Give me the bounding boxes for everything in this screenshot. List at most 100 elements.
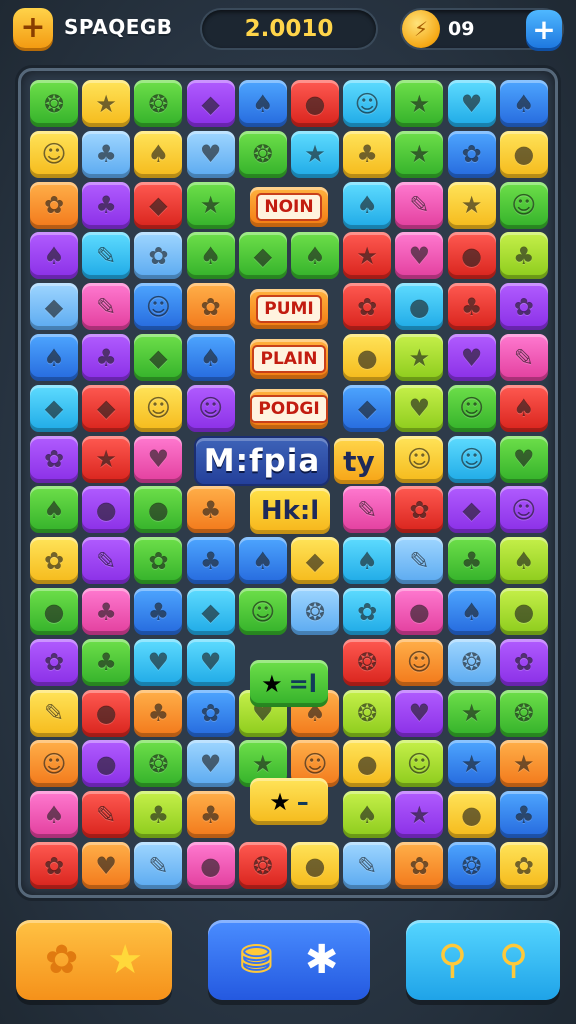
combo-star-tile-2[interactable]: ★ – bbox=[250, 778, 328, 825]
board-tile[interactable]: ❂ bbox=[291, 588, 339, 635]
board-tile[interactable]: ♣ bbox=[134, 791, 183, 839]
boost-button-left[interactable]: ✿ ★ bbox=[16, 920, 172, 1000]
board-tile[interactable]: ● bbox=[343, 740, 392, 788]
board-tile[interactable]: ● bbox=[186, 842, 235, 889]
board-tile[interactable]: ♠ bbox=[186, 334, 235, 381]
board-tile[interactable]: ★ bbox=[291, 130, 339, 178]
board-tile[interactable]: ✎ bbox=[343, 486, 392, 534]
board-tile[interactable]: ♥ bbox=[134, 435, 183, 483]
board-tile[interactable]: ◆ bbox=[82, 384, 131, 432]
board-tile[interactable]: ★ bbox=[447, 740, 496, 788]
board-tile[interactable]: ♠ bbox=[499, 80, 548, 127]
board-tile[interactable]: ☺ bbox=[30, 740, 78, 788]
board-tile[interactable]: ❂ bbox=[343, 638, 392, 686]
board-tile[interactable]: ♣ bbox=[134, 588, 183, 635]
board-tile[interactable]: ✿ bbox=[343, 588, 392, 635]
board-tile[interactable]: ★ bbox=[499, 740, 548, 788]
board-tile[interactable]: ☺ bbox=[499, 486, 548, 534]
board-tile[interactable]: ◆ bbox=[291, 537, 339, 585]
board-tile[interactable]: ✿ bbox=[343, 283, 392, 331]
brand-plus-button[interactable]: + bbox=[13, 8, 53, 48]
board-tile[interactable]: ✿ bbox=[395, 486, 444, 534]
board-tile[interactable]: ✿ bbox=[499, 842, 548, 889]
board-tile[interactable]: ● bbox=[82, 740, 131, 788]
board-tile[interactable]: ✿ bbox=[30, 537, 78, 585]
board-tile[interactable]: ◆ bbox=[30, 384, 78, 432]
board-tile[interactable]: ✿ bbox=[30, 435, 78, 483]
board-tile[interactable]: ☺ bbox=[447, 435, 496, 483]
board-tile[interactable]: ★ bbox=[186, 181, 235, 229]
board-tile[interactable]: ☺ bbox=[30, 130, 78, 178]
board-tile[interactable]: ♥ bbox=[395, 232, 444, 280]
add-coins-button[interactable]: + bbox=[526, 10, 562, 48]
board-tile[interactable]: ✿ bbox=[499, 283, 548, 331]
board-tile[interactable]: ● bbox=[499, 588, 548, 635]
label-tile-podgi[interactable]: PODGI bbox=[250, 389, 328, 429]
board-tile[interactable]: ♣ bbox=[499, 232, 548, 280]
board-tile[interactable]: ● bbox=[499, 130, 548, 178]
board-tile[interactable]: ♠ bbox=[343, 181, 392, 229]
board-tile[interactable]: ✿ bbox=[134, 537, 183, 585]
board-tile[interactable]: ❂ bbox=[134, 740, 183, 788]
board-tile[interactable]: ✎ bbox=[395, 537, 444, 585]
board-tile[interactable]: ◆ bbox=[343, 384, 392, 432]
board-tile[interactable]: ❂ bbox=[134, 80, 183, 127]
board-tile[interactable]: ♠ bbox=[343, 791, 392, 839]
board-tile[interactable]: ❂ bbox=[238, 130, 287, 178]
board-tile[interactable]: ♣ bbox=[82, 588, 131, 635]
label-tile-pumi[interactable]: PUMI bbox=[250, 289, 328, 329]
board-tile[interactable]: ♠ bbox=[30, 232, 78, 280]
board-tile[interactable]: ★ bbox=[395, 334, 444, 381]
board-tile[interactable]: ♣ bbox=[186, 791, 235, 839]
board-tile[interactable]: ♣ bbox=[499, 791, 548, 839]
board-tile[interactable]: ♠ bbox=[30, 791, 78, 839]
board-tile[interactable]: ◆ bbox=[134, 181, 183, 229]
board-tile[interactable]: ◆ bbox=[238, 232, 287, 280]
board-tile[interactable]: ✎ bbox=[395, 181, 444, 229]
board-tile[interactable]: ◆ bbox=[186, 80, 235, 127]
board-tile[interactable]: ★ bbox=[82, 435, 131, 483]
combo-tile[interactable]: Hk:l bbox=[250, 488, 330, 534]
board-tile[interactable]: ♠ bbox=[186, 232, 235, 280]
board-tile[interactable]: ♣ bbox=[186, 486, 235, 534]
board-tile[interactable]: ♣ bbox=[82, 181, 131, 229]
board-tile[interactable]: ● bbox=[82, 689, 131, 737]
board-tile[interactable]: ♥ bbox=[395, 689, 444, 737]
board-tile[interactable]: ◆ bbox=[30, 283, 78, 331]
board-tile[interactable]: ★ bbox=[395, 80, 444, 127]
board-tile[interactable]: ☺ bbox=[447, 384, 496, 432]
board-tile[interactable]: ☺ bbox=[395, 638, 444, 686]
board-tile[interactable]: ✿ bbox=[30, 842, 78, 889]
board-tile[interactable]: ◆ bbox=[134, 334, 183, 381]
board-tile[interactable]: ☺ bbox=[134, 283, 183, 331]
board-tile[interactable]: ◆ bbox=[447, 486, 496, 534]
board-tile[interactable]: ❂ bbox=[499, 689, 548, 737]
board-tile[interactable]: ♣ bbox=[82, 334, 131, 381]
board-tile[interactable]: ✎ bbox=[134, 842, 183, 889]
board-tile[interactable]: ☺ bbox=[499, 181, 548, 229]
board-tile[interactable]: ♣ bbox=[134, 689, 183, 737]
board-tile[interactable]: ● bbox=[447, 791, 496, 839]
board-tile[interactable]: ✎ bbox=[343, 842, 392, 889]
label-tile-noin[interactable]: NOIN bbox=[250, 187, 328, 227]
board-tile[interactable]: ● bbox=[30, 588, 78, 635]
board-tile[interactable]: ✿ bbox=[134, 232, 183, 280]
board-tile[interactable]: ☺ bbox=[343, 80, 392, 127]
board-tile[interactable]: ♠ bbox=[238, 80, 287, 127]
board-tile[interactable]: ♣ bbox=[447, 537, 496, 585]
board-tile[interactable]: ♣ bbox=[82, 638, 131, 686]
board-tile[interactable]: ● bbox=[447, 232, 496, 280]
board-tile[interactable]: ☺ bbox=[395, 740, 444, 788]
board-tile[interactable]: ♠ bbox=[499, 537, 548, 585]
board-tile[interactable]: ❂ bbox=[447, 638, 496, 686]
board-tile[interactable]: ● bbox=[395, 283, 444, 331]
board-tile[interactable]: ★ bbox=[447, 181, 496, 229]
board-tile[interactable]: ★ bbox=[343, 232, 392, 280]
board-tile[interactable]: ❂ bbox=[238, 842, 287, 889]
board-tile[interactable]: ❂ bbox=[30, 80, 78, 127]
board-tile[interactable]: ♥ bbox=[447, 80, 496, 127]
board-tile[interactable]: ❂ bbox=[343, 689, 392, 737]
board-tile[interactable]: ♠ bbox=[447, 588, 496, 635]
board-tile[interactable]: ♥ bbox=[186, 740, 235, 788]
board-tile[interactable]: ✿ bbox=[499, 638, 548, 686]
